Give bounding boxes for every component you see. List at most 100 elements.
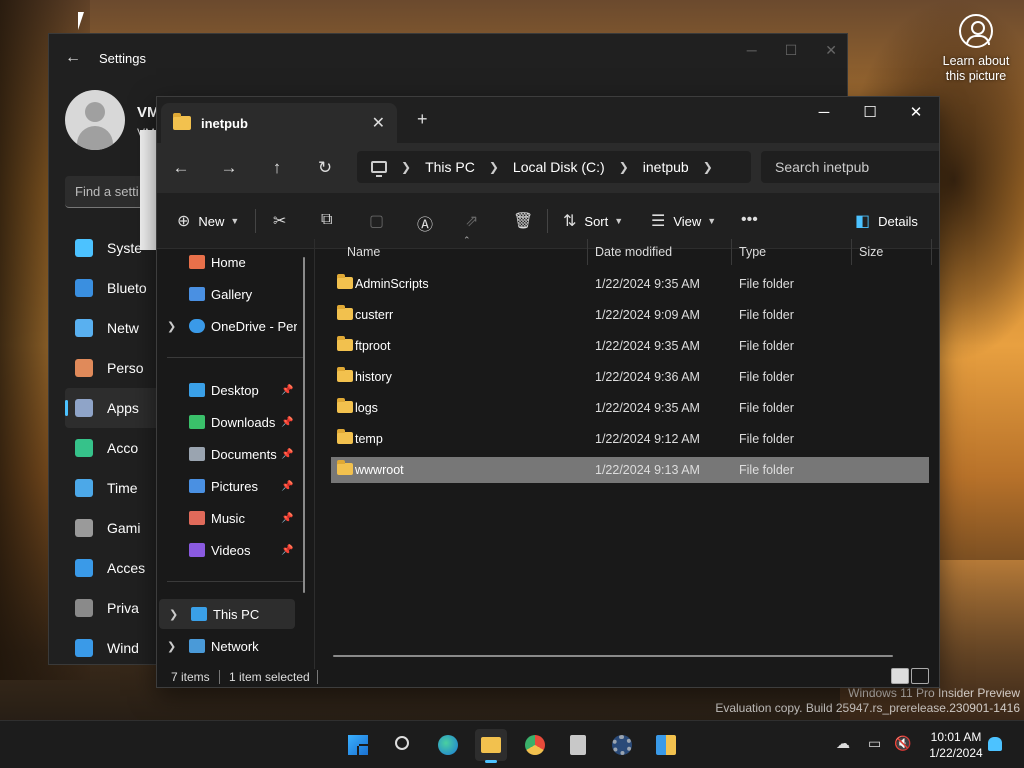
volume-muted-icon[interactable]: 🔇 — [894, 735, 911, 752]
notepad-icon[interactable] — [562, 729, 594, 761]
rename-button[interactable]: Ⓐ — [417, 211, 433, 235]
search-icon[interactable] — [387, 729, 419, 761]
table-row[interactable]: logs 1/22/2024 9:35 AM File folder — [331, 395, 929, 421]
nav-quick-access-item[interactable]: Pictures 📌 — [157, 471, 297, 501]
chevron-right-icon[interactable]: ❯ — [169, 608, 178, 621]
divider[interactable] — [931, 239, 932, 265]
table-row[interactable]: wwwroot 1/22/2024 9:13 AM File folder — [331, 457, 929, 483]
minimize-icon[interactable]: ─ — [747, 42, 757, 59]
new-tab-icon[interactable]: + — [417, 109, 428, 130]
nav-quick-access-item[interactable]: Documents 📌 — [157, 439, 297, 469]
chevron-down-icon: ▼ — [614, 216, 624, 226]
table-row[interactable]: temp 1/22/2024 9:12 AM File folder — [331, 426, 929, 452]
settings-icon[interactable] — [606, 729, 638, 761]
pin-icon[interactable]: 📌 — [281, 385, 293, 396]
column-header-date[interactable]: Date modified — [595, 239, 672, 265]
nav-quick-access-item[interactable]: Desktop 📌 — [157, 375, 297, 405]
clock[interactable]: 10:01 AM 1/22/2024 — [924, 729, 988, 761]
back-arrow-icon[interactable]: ← — [65, 50, 81, 66]
edge-icon[interactable] — [432, 729, 464, 761]
nav-label: Desktop — [211, 382, 259, 398]
column-header-name[interactable]: Name — [347, 239, 380, 265]
cloud-sync-icon[interactable]: ☁ — [836, 735, 850, 752]
nav-quick-access-item[interactable]: Downloads 📌 — [157, 407, 297, 437]
table-row[interactable]: ftproot 1/22/2024 9:35 AM File folder — [331, 333, 929, 359]
cut-button[interactable]: ✂ — [273, 211, 286, 231]
divider[interactable] — [587, 239, 588, 265]
search-input[interactable]: Search inetpub — [761, 151, 939, 183]
chevron-right-icon[interactable]: ❯ — [489, 160, 499, 174]
notification-bell-icon[interactable] — [988, 737, 1002, 751]
learn-about-picture[interactable]: Learn about this picture — [938, 14, 1014, 84]
divider — [219, 670, 220, 684]
delete-button[interactable]: 🗑 — [513, 211, 533, 231]
paste-button[interactable]: ▢ — [369, 211, 384, 231]
nav-home[interactable]: Home — [157, 247, 297, 277]
nav-quick-access-item[interactable]: Videos 📌 — [157, 535, 297, 565]
column-header-size[interactable]: Size — [859, 239, 883, 265]
pin-icon[interactable]: 📌 — [281, 449, 293, 460]
minimize-icon[interactable]: ─ — [801, 97, 847, 127]
breadcrumb-item[interactable]: inetpub — [643, 159, 689, 175]
pin-icon[interactable]: 📌 — [281, 545, 293, 556]
breadcrumb-item[interactable]: This PC — [425, 159, 475, 175]
close-icon[interactable]: ✕ — [825, 42, 837, 59]
table-row[interactable]: custerr 1/22/2024 9:09 AM File folder — [331, 302, 929, 328]
table-row[interactable]: AdminScripts 1/22/2024 9:35 AM File folder — [331, 271, 929, 297]
tab-inetpub[interactable]: inetpub ✕ — [161, 103, 397, 143]
rename-icon: Ⓐ — [417, 217, 434, 234]
copy-button[interactable]: ⧉ — [321, 211, 332, 229]
breadcrumb-item[interactable]: Local Disk (C:) — [513, 159, 605, 175]
divider[interactable] — [731, 239, 732, 265]
details-button[interactable]: ◧ Details — [855, 211, 918, 231]
nav-onedrive[interactable]: ❯ OneDrive - Perso — [157, 311, 297, 341]
update-icon — [75, 639, 93, 657]
column-header-type[interactable]: Type — [739, 239, 766, 265]
chevron-right-icon[interactable]: ❯ — [619, 160, 629, 174]
tiles-view-icon[interactable] — [911, 668, 929, 684]
refresh-icon[interactable]: ↻ — [301, 158, 349, 178]
back-arrow-icon[interactable]: ← — [157, 158, 205, 178]
clock-icon — [75, 479, 93, 497]
close-icon[interactable]: ✕ — [893, 97, 939, 127]
chevron-right-icon[interactable]: ❯ — [167, 640, 176, 653]
file-type: File folder — [739, 370, 794, 384]
start-icon[interactable] — [342, 729, 374, 761]
sort-button[interactable]: ⇅ Sort ▼ — [563, 211, 623, 231]
divider[interactable] — [851, 239, 852, 265]
breadcrumb[interactable]: ❯ This PC ❯ Local Disk (C:) ❯ inetpub ❯ — [357, 151, 751, 183]
avatar[interactable] — [65, 90, 125, 150]
scrollbar[interactable] — [333, 655, 893, 657]
details-view-icon[interactable] — [891, 668, 909, 684]
forward-arrow-icon[interactable]: → — [205, 158, 253, 178]
chevron-right-icon[interactable]: ❯ — [703, 160, 713, 174]
nav-network[interactable]: ❯ Network — [157, 631, 297, 661]
file-type: File folder — [739, 339, 794, 353]
up-arrow-icon[interactable]: ↑ — [253, 158, 301, 178]
share-button[interactable]: ⇗ — [465, 211, 478, 231]
nav-this-pc[interactable]: ❯ This PC — [159, 599, 295, 629]
pin-icon[interactable]: 📌 — [281, 513, 293, 524]
maximize-icon[interactable]: ☐ — [847, 97, 893, 127]
new-button[interactable]: ⊕ New ▼ — [177, 211, 239, 231]
settings-nav-label: Wind — [107, 640, 139, 656]
maximize-icon[interactable]: ☐ — [785, 42, 798, 59]
app-icon[interactable] — [650, 729, 682, 761]
chevron-right-icon[interactable]: ❯ — [401, 160, 411, 174]
more-options-button[interactable]: ••• — [741, 211, 758, 229]
table-row[interactable]: history 1/22/2024 9:36 AM File folder — [331, 364, 929, 390]
nav-gallery[interactable]: Gallery — [157, 279, 297, 309]
chrome-icon[interactable] — [519, 729, 551, 761]
network-icon[interactable]: ▭ — [868, 735, 881, 752]
view-label: View — [673, 213, 702, 229]
pin-icon[interactable]: 📌 — [281, 417, 293, 428]
taskbar: ☁ ▭ 🔇 10:01 AM 1/22/2024 — [0, 720, 1024, 768]
chevron-right-icon[interactable]: ❯ — [167, 320, 176, 333]
close-tab-icon[interactable]: ✕ — [372, 113, 385, 133]
file-explorer-icon[interactable] — [475, 729, 507, 763]
scrollbar[interactable] — [303, 257, 305, 593]
pin-icon[interactable]: 📌 — [281, 481, 293, 492]
nav-quick-access-item[interactable]: Music 📌 — [157, 503, 297, 533]
view-button[interactable]: ☰ View ▼ — [651, 211, 716, 231]
settings-titlebar[interactable]: ← Settings — [49, 34, 847, 82]
